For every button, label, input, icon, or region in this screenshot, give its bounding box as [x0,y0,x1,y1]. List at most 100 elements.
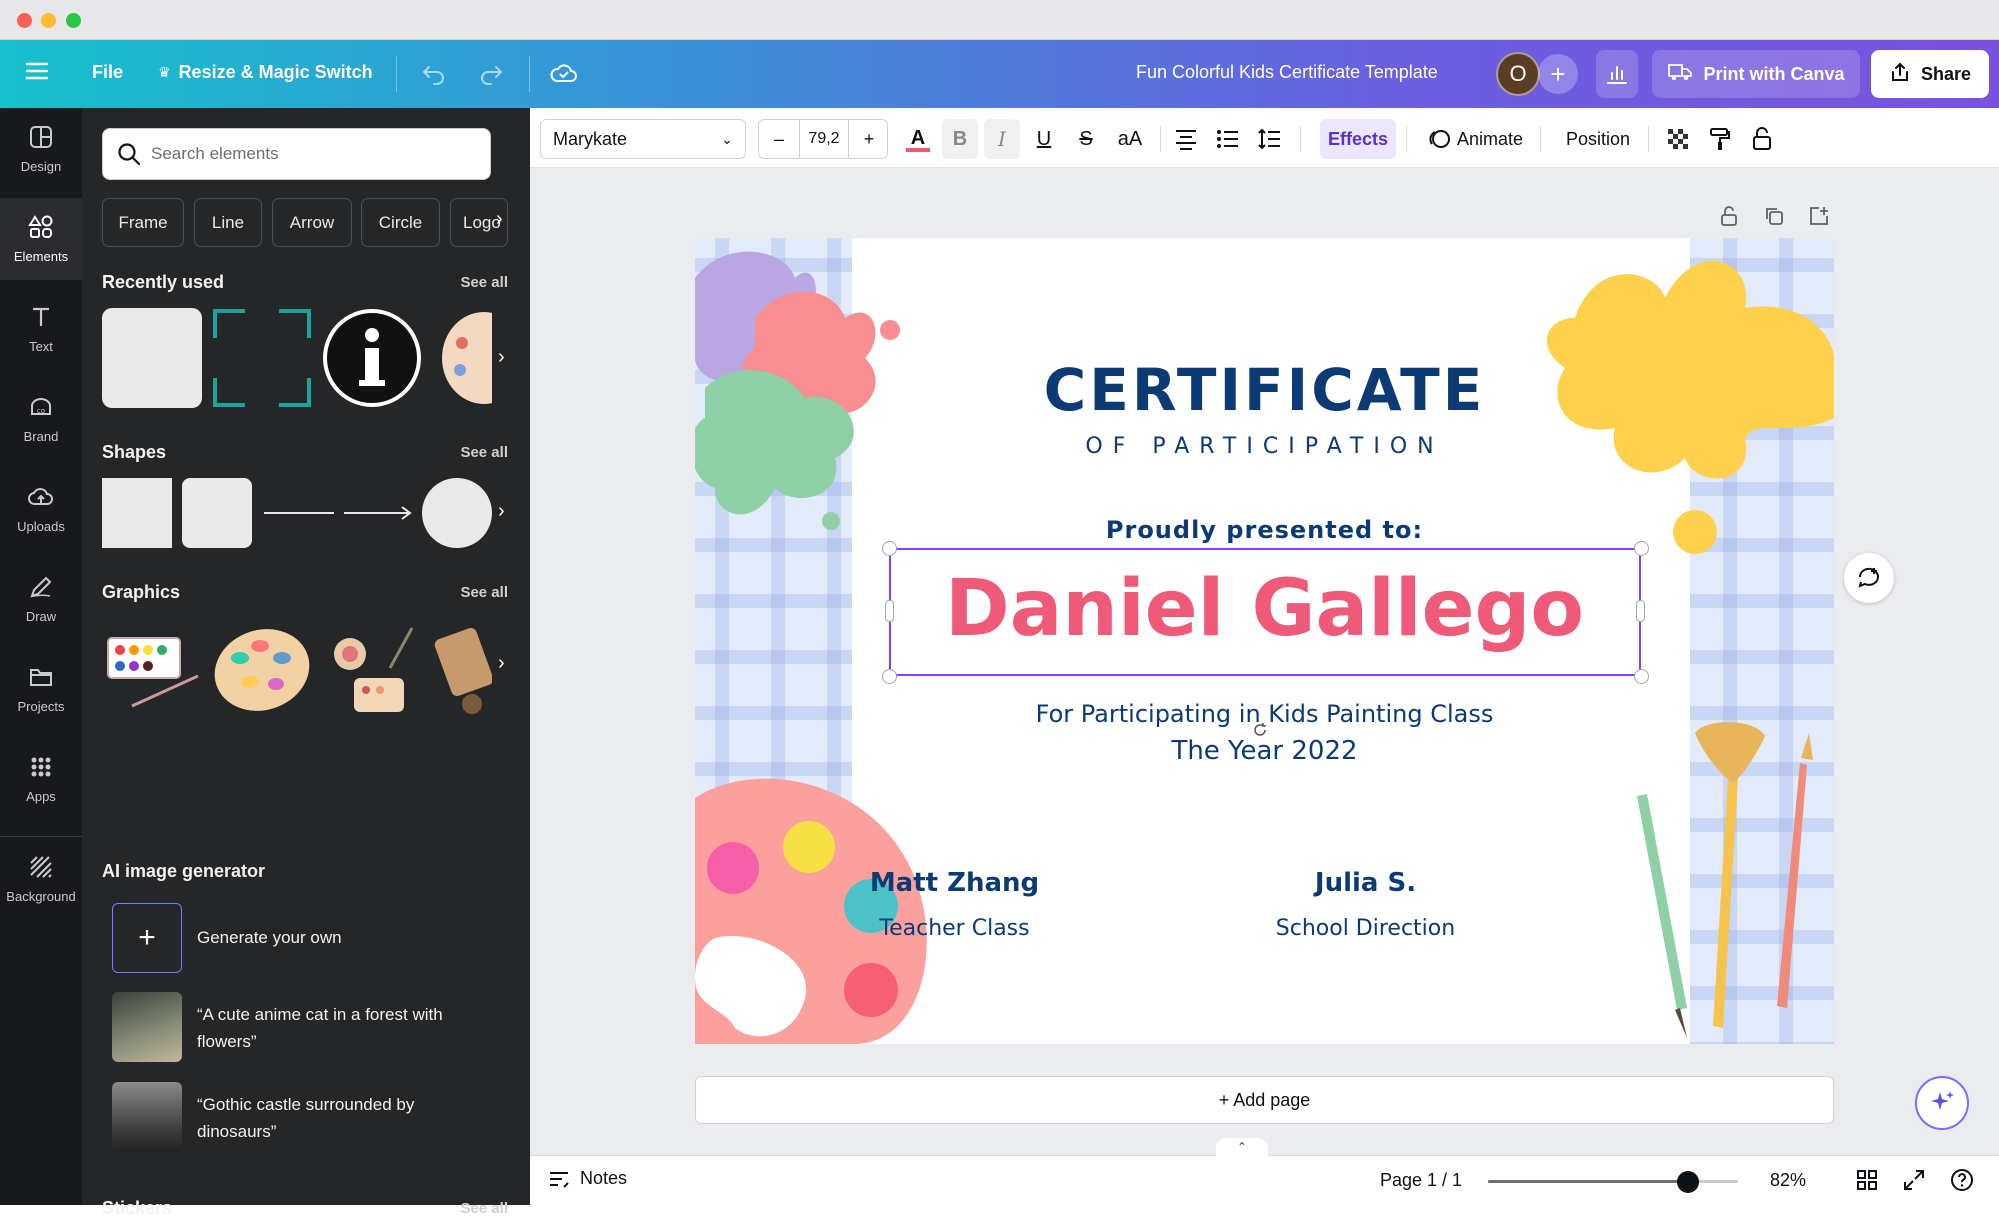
grid-view-icon[interactable] [1855,1168,1881,1194]
zoom-slider[interactable] [1488,1171,1738,1193]
ai-sample-cat-thumbnail[interactable] [112,992,182,1062]
generate-your-own[interactable]: Generate your own [197,928,342,948]
paint-roller-icon[interactable] [1702,119,1738,159]
bullet-list-icon[interactable] [1210,119,1246,159]
rail-item-design[interactable]: Design [0,108,82,190]
recent-rounded-square[interactable] [102,308,202,408]
chip-circle[interactable]: Circle [361,198,440,247]
rail-item-brand[interactable]: co Brand [0,378,82,460]
resize-handle-bottom-left[interactable] [882,669,897,684]
position-button[interactable]: Position [1558,119,1638,159]
animate-button[interactable]: Animate [1420,119,1530,159]
recent-palette-graphic[interactable] [434,308,492,408]
bold-button[interactable]: B [942,119,978,159]
chevron-right-icon[interactable]: › [498,346,505,369]
hamburger-menu-icon[interactable] [24,60,50,82]
graphics-see-all[interactable]: See all [460,584,508,601]
add-page-button[interactable]: + Add page [695,1076,1834,1124]
year-line[interactable]: The Year 2022 [695,736,1834,766]
increase-font-size-button[interactable]: + [849,129,889,150]
signature-2-role[interactable]: School Direction [796,916,1834,941]
rail-item-background[interactable]: Background [0,838,82,920]
certificate-title[interactable]: CERTIFICATE [695,356,1834,424]
undo-icon[interactable] [420,59,448,87]
duplicate-page-icon[interactable] [1762,204,1790,232]
recent-frame-corners[interactable] [212,308,312,408]
page-lock-icon[interactable] [1717,204,1745,232]
rail-item-uploads[interactable]: Uploads [0,468,82,550]
chip-line[interactable]: Line [194,198,262,247]
maximize-window-button[interactable] [66,13,81,28]
expand-pages-chevron-icon[interactable]: ⌃ [1216,1138,1268,1156]
resize-handle-top-left[interactable] [882,541,897,556]
search-input[interactable]: Search elements [102,128,491,180]
effects-button[interactable]: Effects [1320,119,1396,159]
font-family-dropdown[interactable]: Marykate ⌄ [540,119,746,159]
close-window-button[interactable] [17,13,32,28]
lock-icon[interactable] [1744,119,1780,159]
shapes-see-all[interactable]: See all [460,444,508,461]
add-page-icon[interactable] [1807,204,1835,232]
notes-button[interactable]: Notes [548,1168,627,1189]
shape-arrow[interactable] [342,504,416,522]
zoom-level[interactable]: 82% [1770,1170,1806,1191]
resize-handle-top-right[interactable] [1634,541,1649,556]
presented-to-text[interactable]: Proudly presented to: [695,516,1834,544]
signature-2-name[interactable]: Julia S. [796,868,1834,898]
underline-button[interactable]: U [1026,119,1062,159]
generate-plus-button[interactable]: + [112,903,182,973]
help-icon[interactable] [1950,1168,1976,1194]
ai-prompt-castle[interactable]: “Gothic castle surrounded by dinosaurs” [197,1091,497,1145]
document-title[interactable]: Fun Colorful Kids Certificate Template [1136,62,1438,83]
resize-magic-switch-button[interactable]: ♛ Resize & Magic Switch [158,62,373,83]
magic-assistant-button[interactable] [1915,1076,1969,1130]
print-with-canva-button[interactable]: Print with Canva [1652,50,1860,98]
info-icon[interactable] [322,308,422,408]
italic-button[interactable]: I [984,119,1020,159]
recently-used-see-all[interactable]: See all [460,274,508,291]
rail-item-elements[interactable]: Elements [0,198,82,280]
shape-line[interactable] [264,512,334,514]
add-comment-button[interactable] [1844,553,1894,603]
paint-tube-graphic[interactable] [432,618,492,718]
chevron-right-icon[interactable]: › [498,500,505,523]
chevron-right-icon[interactable]: › [498,652,505,675]
stickers-see-all[interactable]: See all [460,1200,508,1217]
text-color-button[interactable]: A [900,119,936,159]
chip-frame[interactable]: Frame [102,198,184,247]
add-collaborator-button[interactable]: + [1538,54,1578,94]
ai-sample-castle-thumbnail[interactable] [112,1082,182,1152]
rail-item-projects[interactable]: Projects [0,648,82,730]
shape-square[interactable] [102,478,172,548]
shape-rounded-square[interactable] [182,478,252,548]
page-indicator[interactable]: Page 1 / 1 [1380,1170,1462,1191]
resize-handle-bottom-right[interactable] [1634,669,1649,684]
transparency-icon[interactable] [1660,119,1696,159]
letter-case-button[interactable]: aA [1110,119,1150,159]
align-center-icon[interactable] [1168,119,1204,159]
rotate-handle-icon[interactable] [1252,722,1268,738]
rail-item-text[interactable]: Text [0,288,82,370]
rail-item-draw[interactable]: Draw [0,558,82,640]
certificate-subtitle[interactable]: OF PARTICIPATION [695,434,1834,459]
recipient-name[interactable]: Daniel Gallego [695,564,1834,654]
certificate-page[interactable]: CERTIFICATE OF PARTICIPATION Proudly pre… [695,238,1834,1044]
chip-arrow[interactable]: Arrow [272,198,352,247]
file-menu[interactable]: File [92,62,123,83]
strikethrough-button[interactable]: S [1068,119,1104,159]
chevron-right-icon[interactable]: › [496,208,503,231]
rail-item-apps[interactable]: Apps [0,738,82,820]
share-button[interactable]: Share [1871,50,1989,98]
paint-palette-graphic[interactable] [210,618,314,718]
fullscreen-icon[interactable] [1902,1168,1928,1194]
minimize-window-button[interactable] [41,13,56,28]
paint-tools-graphic[interactable] [320,618,420,718]
cloud-saved-icon[interactable] [549,59,579,87]
line-spacing-icon[interactable] [1252,119,1288,159]
avatar[interactable]: O [1496,52,1540,96]
redo-icon[interactable] [477,59,505,87]
watercolor-set-graphic[interactable] [102,618,202,718]
insights-chart-icon[interactable] [1596,50,1638,98]
ai-prompt-cat[interactable]: “A cute anime cat in a forest with flowe… [197,1001,497,1055]
decrease-font-size-button[interactable]: – [759,129,799,150]
